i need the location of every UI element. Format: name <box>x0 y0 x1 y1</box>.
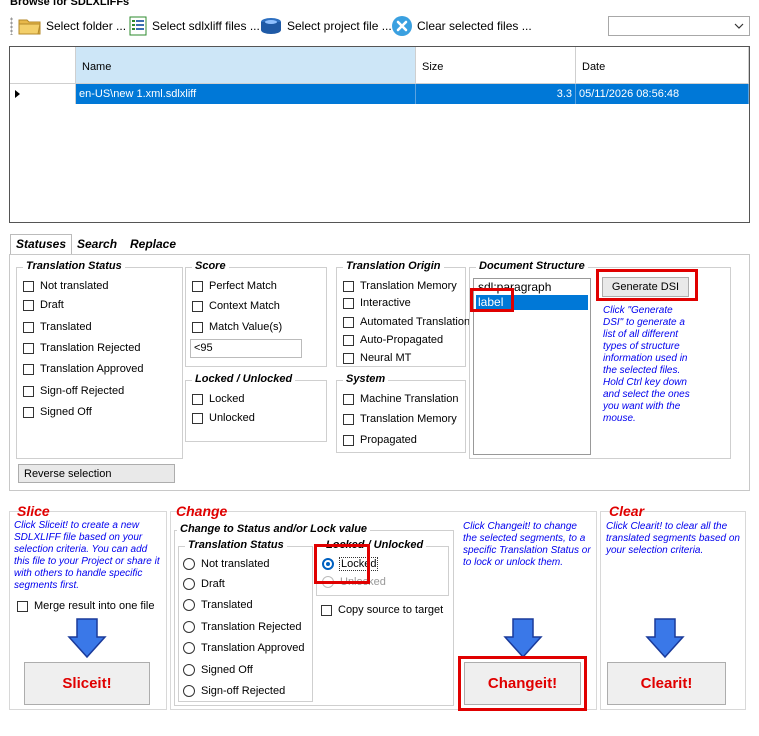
arrow-down-icon <box>67 618 107 659</box>
filter-signed-off[interactable]: Signed Off <box>23 406 92 418</box>
filter-dropdown[interactable] <box>608 16 750 36</box>
change-status-group-title: Change to Status and/or Lock value <box>177 523 371 535</box>
locked-title: Locked / Unlocked <box>192 373 296 385</box>
radio-translation-approved[interactable]: Translation Approved <box>183 642 305 654</box>
folder-icon <box>18 19 41 35</box>
clearit-button[interactable]: Clearit! <box>607 662 726 705</box>
filter-match-values[interactable]: Match Value(s) <box>192 321 282 333</box>
radio-translated[interactable]: Translated <box>183 599 253 611</box>
filter-auto-propagated[interactable]: Auto-Propagated <box>343 334 443 346</box>
translation-status-group: Translation Status Not translated Draft … <box>16 260 183 459</box>
filter-translation-memory[interactable]: Translation Memory <box>343 280 457 292</box>
select-files-button[interactable]: Select sdlxliff files ... <box>128 14 260 38</box>
score-group: Score Perfect Match Context Match Match … <box>185 260 327 367</box>
arrow-down-icon <box>503 618 543 659</box>
grid-header-corner <box>10 47 76 84</box>
radio-translation-rejected[interactable]: Translation Rejected <box>183 621 301 633</box>
filter-sign-off-rejected[interactable]: Sign-off Rejected <box>23 385 124 397</box>
radio-sign-off-rejected[interactable]: Sign-off Rejected <box>183 685 285 697</box>
filter-translation-rejected[interactable]: Translation Rejected <box>23 342 140 354</box>
tab-statuses[interactable]: Statuses <box>10 234 73 255</box>
project-icon <box>261 18 281 34</box>
clear-icon <box>392 16 412 36</box>
filter-draft[interactable]: Draft <box>23 299 64 311</box>
change-hint: Click Changeit! to change the selected s… <box>463 521 591 568</box>
filter-machine-translation[interactable]: Machine Translation <box>343 393 458 405</box>
tab-search[interactable]: Search <box>72 236 122 254</box>
change-translation-status-group: Translation Status Not translated Draft … <box>178 539 313 702</box>
filter-perfect-match[interactable]: Perfect Match <box>192 280 277 292</box>
highlight-locked-radio <box>314 544 370 584</box>
highlight-generate-dsi <box>596 269 698 301</box>
filter-locked[interactable]: Locked <box>192 393 244 405</box>
filter-unlocked[interactable]: Unlocked <box>192 412 255 424</box>
radio-draft[interactable]: Draft <box>183 578 225 590</box>
select-folder-label: Select folder ... <box>46 19 127 33</box>
tab-replace[interactable]: Replace <box>125 236 181 254</box>
select-folder-button[interactable]: Select folder ... <box>18 14 126 38</box>
clear-title: Clear <box>609 503 645 519</box>
sliceit-button[interactable]: Sliceit! <box>24 662 150 705</box>
toolbar-grip <box>10 17 13 35</box>
translation-origin-group: Translation Origin Translation Memory In… <box>336 260 470 367</box>
select-project-label: Select project file ... <box>287 19 392 33</box>
filter-not-translated[interactable]: Not translated <box>23 280 108 292</box>
file-grid[interactable]: Name Size Date en-US\new 1.xml.sdlxliff … <box>9 46 750 223</box>
radio-signed-off[interactable]: Signed Off <box>183 664 253 676</box>
filter-system-translation-memory[interactable]: Translation Memory <box>343 413 457 425</box>
row-selector[interactable] <box>10 84 76 104</box>
select-files-label: Select sdlxliff files ... <box>152 19 260 33</box>
locked-group: Locked / Unlocked Locked Unlocked <box>185 373 327 442</box>
copy-source-checkbox[interactable]: Copy source to target <box>321 604 443 616</box>
document-structure-title: Document Structure <box>476 260 588 272</box>
column-header-date[interactable]: Date <box>576 47 749 84</box>
cell-name[interactable]: en-US\new 1.xml.sdlxliff <box>76 84 416 104</box>
match-value-input[interactable]: <95 <box>190 339 302 358</box>
grid-header: Name Size Date <box>10 47 749 84</box>
reverse-selection-button[interactable]: Reverse selection <box>18 464 175 483</box>
column-header-name[interactable]: Name <box>76 47 416 84</box>
clear-files-button[interactable]: Clear selected files ... <box>391 14 532 38</box>
chevron-down-icon <box>734 23 744 29</box>
select-project-button[interactable]: Select project file ... <box>259 14 392 38</box>
clear-files-label: Clear selected files ... <box>417 19 532 33</box>
filter-interactive[interactable]: Interactive <box>343 297 411 309</box>
filter-translated[interactable]: Translated <box>23 321 92 333</box>
table-row[interactable]: en-US\new 1.xml.sdlxliff 3.3 05/11/2026 … <box>10 84 749 104</box>
filter-context-match[interactable]: Context Match <box>192 300 280 312</box>
radio-not-translated[interactable]: Not translated <box>183 558 269 570</box>
filter-neural-mt[interactable]: Neural MT <box>343 352 411 364</box>
current-row-icon <box>15 90 20 98</box>
highlight-changeit-button <box>458 656 587 711</box>
translation-origin-title: Translation Origin <box>343 260 444 272</box>
change-title: Change <box>176 503 228 519</box>
slice-hint: Click Sliceit! to create a new SDLXLIFF … <box>14 520 160 591</box>
cell-date[interactable]: 05/11/2026 08:56:48 <box>576 84 749 104</box>
system-group: System Machine Translation Translation M… <box>336 373 466 453</box>
slice-title: Slice <box>17 503 50 519</box>
clear-hint: Click Clearit! to clear all the translat… <box>606 521 740 556</box>
generate-dsi-hint: Click "Generate DSI" to generate a list … <box>603 305 690 424</box>
change-translation-status-title: Translation Status <box>185 539 287 551</box>
highlight-label-item <box>470 288 514 312</box>
file-list-icon <box>129 16 147 36</box>
column-header-size[interactable]: Size <box>416 47 576 84</box>
filter-propagated[interactable]: Propagated <box>343 434 417 446</box>
system-title: System <box>343 373 389 385</box>
window-title: Browse for SDLXLIFFs <box>10 0 130 8</box>
score-title: Score <box>192 260 229 272</box>
cell-size[interactable]: 3.3 <box>416 84 576 104</box>
filter-automated-translation[interactable]: Automated Translation <box>343 316 470 328</box>
merge-result-checkbox[interactable]: Merge result into one file <box>17 600 154 612</box>
filter-translation-approved[interactable]: Translation Approved <box>23 363 144 375</box>
translation-status-title: Translation Status <box>23 260 125 272</box>
arrow-down-icon <box>645 618 685 659</box>
